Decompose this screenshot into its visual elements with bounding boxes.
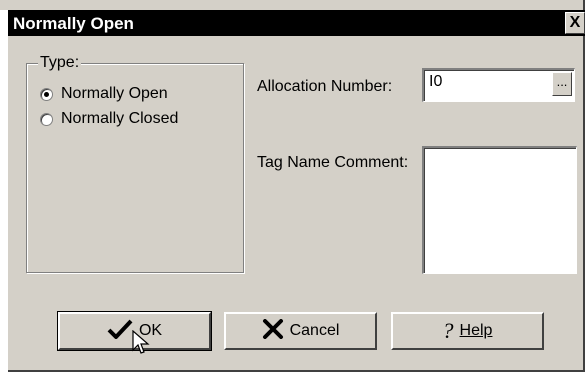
radio-label-normally-open: Normally Open [61,85,168,102]
allocation-number-value: I0 [429,73,443,90]
question-mark-icon: ? [442,318,454,343]
allocation-number-field[interactable]: I0 ... [422,68,575,102]
cancel-button[interactable]: Cancel [224,312,377,350]
allocation-number-label: Allocation Number: [257,78,393,95]
radio-button-icon[interactable] [40,87,53,101]
help-label: Help [459,322,493,339]
checkmark-icon [107,319,133,344]
close-button[interactable]: X [565,12,585,34]
mouse-pointer-icon [132,329,150,361]
radio-label-normally-closed: Normally Closed [61,110,179,127]
radio-button-icon[interactable] [40,112,53,126]
help-button[interactable]: ? Help [391,312,544,350]
radio-normally-open[interactable]: Normally Open [40,83,168,105]
dialog-left-edge [0,10,8,372]
type-group-label: Type: [38,54,82,72]
cancel-label: Cancel [289,322,340,339]
tag-name-comment-field[interactable] [422,146,577,274]
dialog-window: Normally Open X Type: Normally Open Norm… [0,0,585,372]
window-title: Normally Open [13,14,134,33]
x-icon [262,318,284,344]
radio-normally-closed[interactable]: Normally Closed [40,108,178,130]
tag-name-comment-label: Tag Name Comment: [257,154,409,171]
browse-button[interactable]: ... [552,72,572,96]
title-bar[interactable]: Normally Open X [8,10,585,36]
